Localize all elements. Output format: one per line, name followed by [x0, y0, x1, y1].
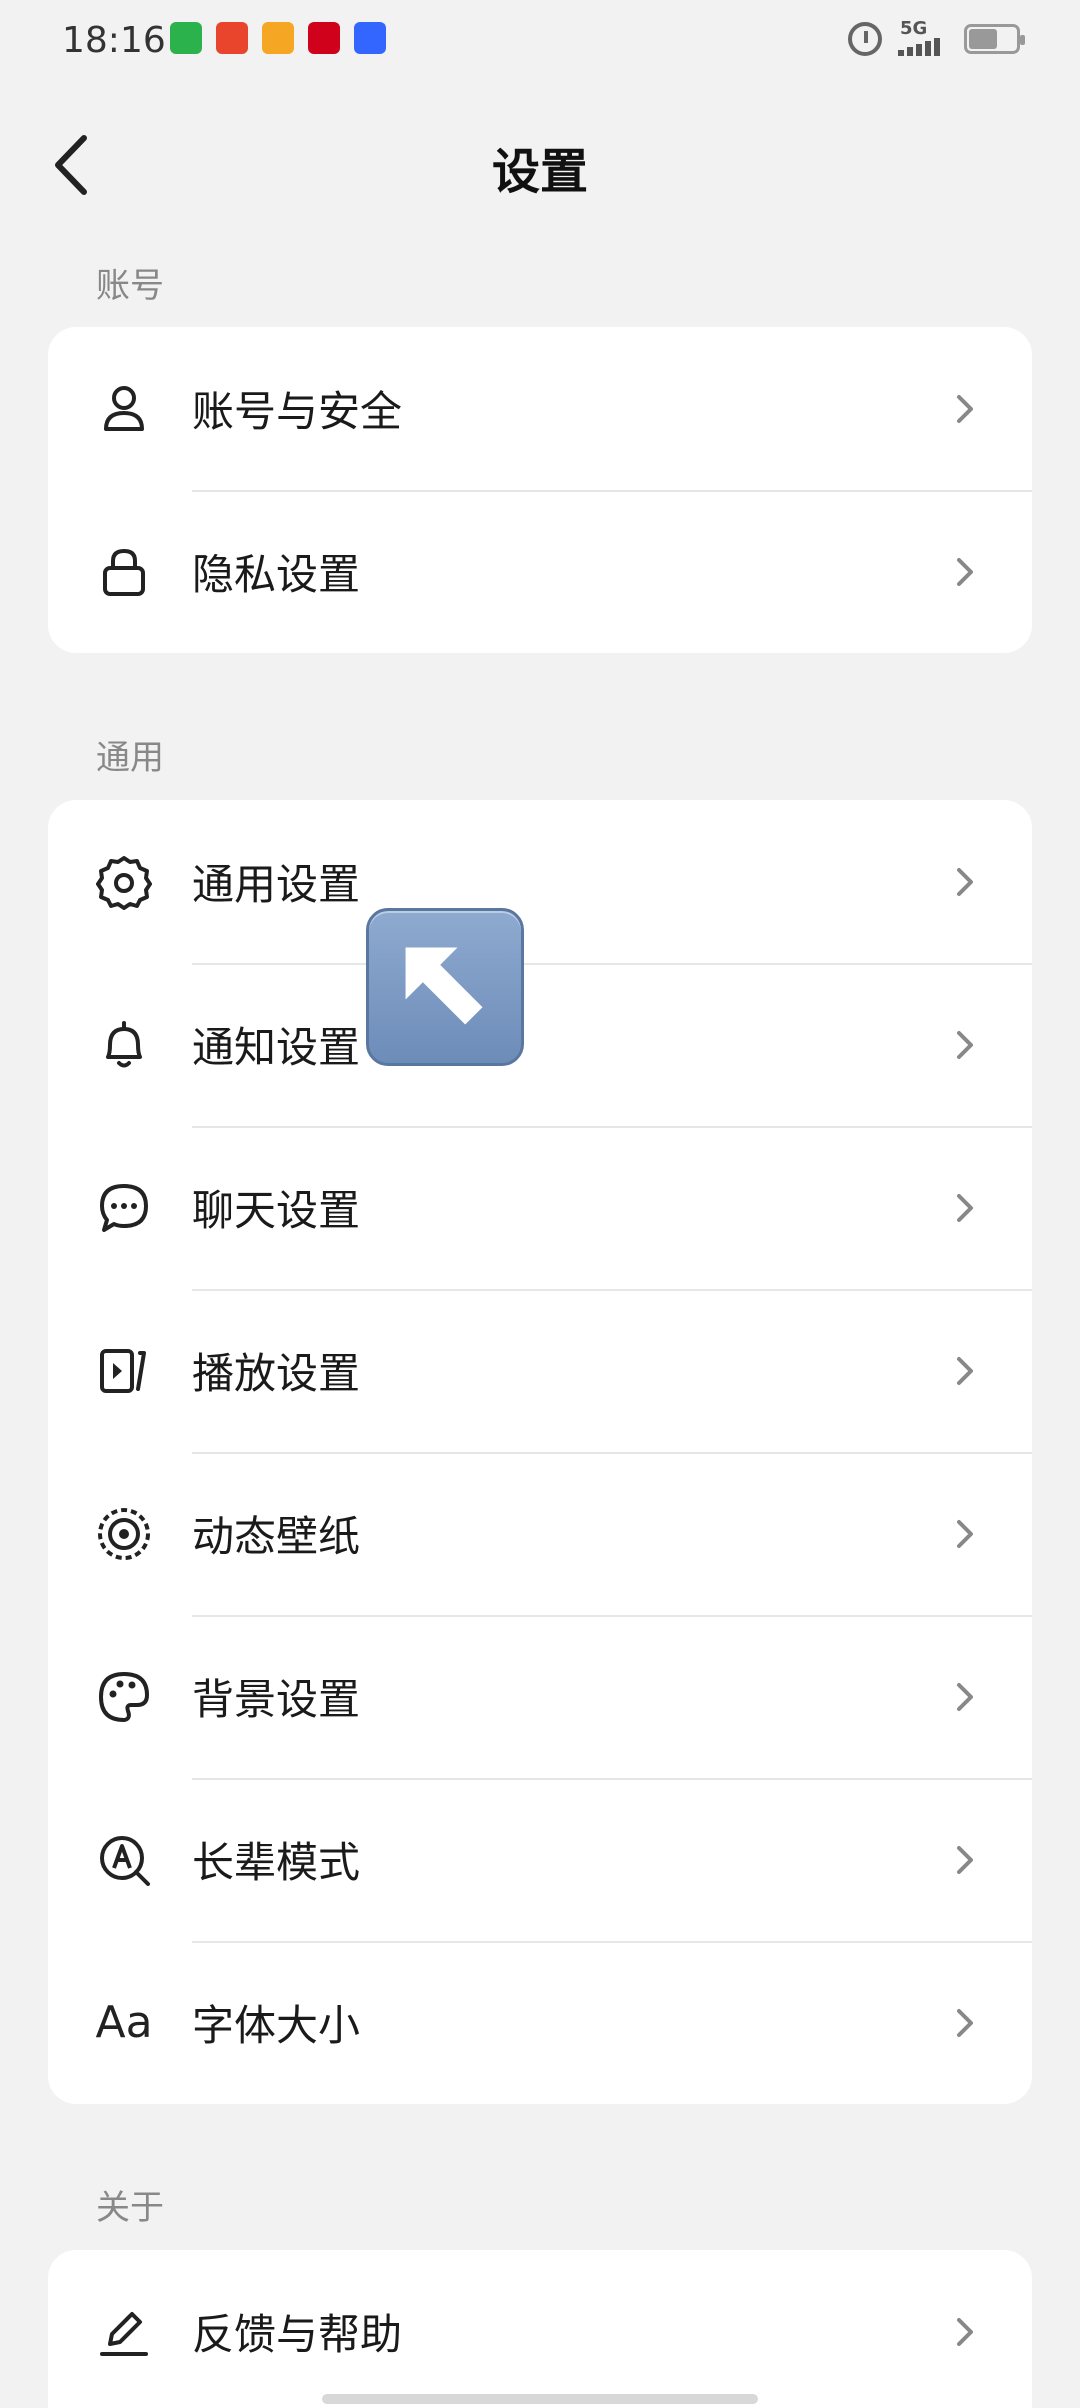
chevron-right-icon: [950, 552, 980, 592]
row-label: 聊天设置: [192, 1186, 361, 1235]
palette-icon: [94, 1667, 154, 1727]
baidu-app-icon: [354, 22, 386, 54]
chevron-right-icon: [950, 2312, 980, 2352]
live-wallpaper-icon: [94, 1504, 154, 1564]
shopping-app-icon: [216, 22, 248, 54]
signal-icon: 5G: [898, 18, 948, 56]
section-label-about: 关于: [96, 2188, 164, 2228]
settings-row-account-security[interactable]: 账号与安全: [48, 327, 1032, 490]
settings-row-feedback[interactable]: 反馈与帮助: [48, 2250, 1032, 2408]
58-app-icon: [262, 22, 294, 54]
about-card: 反馈与帮助: [48, 2250, 1032, 2408]
jd-app-icon: [308, 22, 340, 54]
settings-row-live-wallpaper[interactable]: 动态壁纸: [48, 1452, 1032, 1615]
chevron-right-icon: [950, 2003, 980, 2043]
general-card: 通用设置 通知设置 聊天设置 播放设置 动态壁纸 背景设置 长辈模式 Aa 字体…: [48, 800, 1032, 2104]
video-app-icon: [170, 22, 202, 54]
settings-row-elder-mode[interactable]: 长辈模式: [48, 1778, 1032, 1941]
settings-row-background[interactable]: 背景设置: [48, 1615, 1032, 1778]
bell-icon: [94, 1015, 154, 1075]
home-indicator[interactable]: [322, 2394, 758, 2404]
row-label: 通知设置: [192, 1023, 361, 1072]
font-size-icon-text: Aa: [95, 1997, 153, 2048]
notification-icons: [170, 22, 386, 54]
settings-row-playback[interactable]: 播放设置: [48, 1289, 1032, 1452]
header: 设置: [0, 110, 1080, 220]
row-label: 隐私设置: [192, 550, 361, 599]
settings-row-chat[interactable]: 聊天设置: [48, 1126, 1032, 1289]
row-label: 账号与安全: [192, 387, 403, 436]
row-label: 反馈与帮助: [192, 2310, 403, 2359]
cursor-arrow-icon: [366, 908, 524, 1066]
settings-row-notifications[interactable]: 通知设置: [48, 963, 1032, 1126]
status-bar: 18:16 5G: [0, 0, 1080, 84]
account-card: 账号与安全 隐私设置: [48, 327, 1032, 653]
chevron-right-icon: [950, 1025, 980, 1065]
settings-row-general[interactable]: 通用设置: [48, 800, 1032, 963]
chevron-right-icon: [950, 862, 980, 902]
pen-icon: [94, 2302, 154, 2362]
chat-bubble-icon: [94, 1178, 154, 1238]
status-time: 18:16: [62, 20, 166, 61]
row-label: 背景设置: [192, 1675, 361, 1724]
section-label-general: 通用: [96, 738, 164, 778]
row-label: 通用设置: [192, 860, 361, 909]
section-label-account: 账号: [96, 266, 164, 306]
chevron-right-icon: [950, 389, 980, 429]
user-icon: [94, 379, 154, 439]
row-label: 播放设置: [192, 1349, 361, 1398]
chevron-right-icon: [950, 1840, 980, 1880]
chevron-right-icon: [950, 1677, 980, 1717]
row-label: 动态壁纸: [192, 1512, 361, 1561]
chevron-right-icon: [950, 1351, 980, 1391]
battery-icon: [964, 24, 1025, 54]
elder-mode-icon: [94, 1830, 154, 1890]
row-label: 字体大小: [192, 2001, 361, 2050]
font-size-icon: Aa: [94, 1993, 154, 2053]
settings-row-privacy[interactable]: 隐私设置: [48, 490, 1032, 653]
settings-page: 18:16 5G 设置 账号 账号与安全 隐私设置 通用 通用设置 通知设置 聊…: [0, 0, 1080, 2408]
row-label: 长辈模式: [192, 1838, 361, 1887]
gear-icon: [94, 852, 154, 912]
chevron-right-icon: [950, 1514, 980, 1554]
settings-row-font-size[interactable]: Aa 字体大小: [48, 1941, 1032, 2104]
page-title: 设置: [491, 144, 588, 200]
status-right: 5G: [848, 18, 1025, 56]
lock-icon: [94, 542, 154, 602]
play-icon: [94, 1341, 154, 1401]
alarm-icon: [848, 22, 882, 56]
battery-fill: [969, 29, 997, 49]
chevron-right-icon: [950, 1188, 980, 1228]
network-type: 5G: [900, 18, 928, 39]
